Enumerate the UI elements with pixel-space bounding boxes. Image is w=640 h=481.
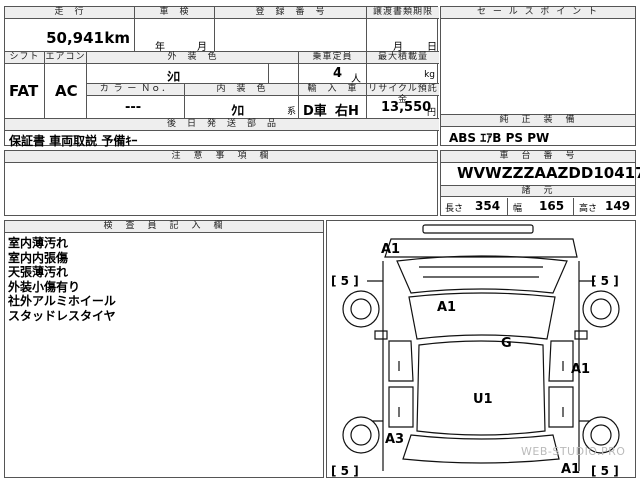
- capacity-unit: 人: [351, 74, 361, 85]
- inspector-line: スタッドレスタイヤ: [8, 308, 116, 323]
- width-label: 幅: [513, 204, 523, 214]
- notes-header: 注 意 事 項 欄: [5, 151, 437, 163]
- import-cell: D車 右H: [299, 96, 367, 119]
- recycle-unit: 円: [426, 108, 436, 118]
- inspection-year: 年: [155, 42, 165, 53]
- inspector-line: 室内薄汚れ: [8, 236, 69, 250]
- shift-cell: FAT: [5, 64, 45, 119]
- inspector-line: 社外アルミホイール: [8, 294, 116, 308]
- capacity-label: 乗車定員: [299, 52, 367, 64]
- inspector-line: 天張薄汚れ: [8, 265, 69, 279]
- shift-value: FAT: [9, 82, 39, 100]
- aircon-cell: AC: [45, 64, 87, 119]
- width-value: 165: [539, 199, 565, 213]
- max-load-unit: kg: [424, 70, 435, 80]
- equipment-box: 純 正 装 備 ABS ｴｱB PS PW: [440, 114, 636, 146]
- damage-mark-rear-left: A3: [385, 432, 404, 447]
- damage-mark-right-door: A1: [571, 362, 590, 377]
- car-diagram-box: A1 A1 G A1 U1 A3 A1 [ 5 ] [ 5 ] [ 5 ] [ …: [326, 220, 636, 478]
- delivery-parts-value: 保証書 車両取説 予備ｷｰ: [9, 134, 138, 148]
- import-value: D車: [303, 104, 327, 119]
- inspection-cell: 年 月: [135, 19, 215, 53]
- damage-mark-front-bumper: A1: [381, 242, 400, 257]
- recycle-value: 13,550: [381, 100, 432, 115]
- tire-tread-front-right: [ 5 ]: [591, 274, 619, 288]
- max-load-label: 最大積載量: [367, 52, 439, 64]
- transfer-deadline-cell: 月 日: [367, 19, 439, 53]
- equipment-value: ABS ｴｱB PS PW: [449, 131, 550, 145]
- damage-mark-windshield: G: [501, 336, 512, 351]
- tire-tread-rear-left: [ 5 ]: [331, 464, 359, 477]
- length-label: 長さ: [445, 204, 464, 214]
- recycle-cell: 13,550 円: [367, 96, 439, 119]
- inspection-month: 月: [197, 42, 207, 53]
- height-value: 149: [605, 199, 631, 213]
- notes-box: 注 意 事 項 欄: [4, 150, 438, 216]
- interior-color-value: ｸﾛ: [231, 104, 244, 119]
- watermark: WEB-STUDIO.PRO: [521, 445, 626, 458]
- color-no-label: カ ラ ー Ｎｏ．: [87, 84, 185, 96]
- color-no-cell: ---: [87, 96, 185, 119]
- recycle-label: リサイクル預託金: [367, 84, 439, 105]
- inspector-line: 外装小傷有り: [8, 279, 81, 294]
- dims-header: 諸 元: [441, 185, 635, 197]
- exterior-color-extra: [269, 64, 299, 84]
- mileage-label: 走 行: [5, 7, 135, 19]
- dims-row: 長さ 354 幅 165 高さ 149: [441, 198, 637, 216]
- equipment-header: 純 正 装 備: [441, 115, 635, 127]
- steering-value: 右H: [335, 104, 359, 119]
- transfer-month: 月: [393, 42, 403, 53]
- shift-label: シフト: [5, 52, 45, 64]
- sales-point-box: セ ー ル ス ポ イ ン ト: [440, 6, 636, 116]
- interior-color-cell: ｸﾛ 系: [185, 96, 299, 119]
- exterior-color-label: 外 装 色: [87, 52, 299, 64]
- damage-mark-rear-right: A1: [561, 462, 580, 477]
- aircon-value: AC: [55, 82, 78, 100]
- damage-mark-roof: U1: [473, 392, 493, 407]
- damage-mark-hood: A1: [437, 300, 456, 315]
- capacity-cell: 4 人: [299, 64, 367, 85]
- height-label: 高さ: [579, 204, 598, 214]
- vin-header: 車 台 番 号: [441, 151, 635, 163]
- car-diagram: A1 A1 G A1 U1 A3 A1 [ 5 ] [ 5 ] [ 5 ] [ …: [331, 224, 620, 478]
- tire-tread-front-left: [ 5 ]: [331, 274, 359, 288]
- transfer-deadline-label: 譲渡書類期限: [367, 7, 439, 19]
- delivery-parts-label: 後 日 発 送 部 品: [5, 119, 439, 131]
- registration-label: 登 録 番 号: [215, 7, 367, 19]
- sales-point-header: セ ー ル ス ポ イ ン ト: [441, 7, 635, 19]
- capacity-value: 4: [333, 66, 343, 81]
- import-label: 輸 入 車: [299, 84, 367, 96]
- transfer-day: 日: [427, 42, 437, 53]
- color-no-value: ---: [125, 100, 142, 115]
- mileage-unit: km: [104, 29, 130, 47]
- registration-cell: [215, 19, 367, 52]
- interior-color-label: 内 装 色: [185, 84, 299, 96]
- interior-suffix: 系: [286, 107, 296, 117]
- tire-tread-rear-right: [ 5 ]: [591, 464, 619, 477]
- mileage-cell: 50,941 km: [5, 19, 135, 52]
- exterior-color-value: ｼﾛ: [167, 70, 180, 85]
- vin-box: 車 台 番 号 WVWZZZAAZDD104170 諸 元 長さ 354 幅 1…: [440, 150, 640, 216]
- inspector-lines: 室内薄汚れ 室内内張傷 天張薄汚れ 外装小傷有り 社外アルミホイール スタッドレ…: [8, 236, 116, 323]
- mileage-value: 50,941: [46, 29, 104, 47]
- inspection-label: 車 検: [135, 7, 215, 19]
- spec-table: 走 行 車 検 登 録 番 号 譲渡書類期限 50,941 km 年 月 月 日…: [4, 6, 439, 148]
- aircon-label: エアコン: [45, 52, 87, 64]
- vin-value: WVWZZZAAZDD104170: [457, 164, 640, 182]
- inspector-header: 検 査 員 記 入 欄: [5, 221, 323, 233]
- inspector-line: 室内内張傷: [8, 250, 69, 265]
- inspector-box: 検 査 員 記 入 欄 室内薄汚れ 室内内張傷 天張薄汚れ 外装小傷有り 社外ア…: [4, 220, 324, 478]
- max-load-cell: kg: [367, 64, 439, 84]
- length-value: 354: [475, 199, 501, 213]
- exterior-color-cell: ｼﾛ: [87, 64, 269, 85]
